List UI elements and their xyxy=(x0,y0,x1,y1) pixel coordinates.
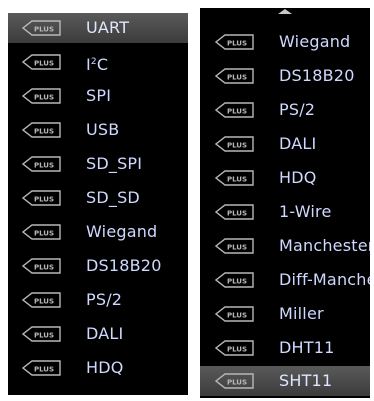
svg-text:PLUS: PLUS xyxy=(227,176,247,184)
menu-item-label: USB xyxy=(86,120,120,139)
menu-item-1-wire[interactable]: PLUS 1-Wire xyxy=(200,197,370,227)
plus-tag-icon: PLUS xyxy=(215,204,254,220)
svg-text:PLUS: PLUS xyxy=(227,379,247,387)
plus-tag-icon: PLUS xyxy=(22,224,61,240)
svg-text:PLUS: PLUS xyxy=(227,312,247,320)
menu-item-usb[interactable]: PLUS USB xyxy=(8,115,188,145)
plus-tag-icon: PLUS xyxy=(215,272,254,288)
menu-item-label: DS18B20 xyxy=(279,66,355,85)
menu-item-label: I2C xyxy=(86,55,109,74)
menu-item-dht11[interactable]: PLUS DHT11 xyxy=(200,333,370,363)
menu-item-i2c[interactable]: PLUS I2C xyxy=(8,47,188,77)
plus-tag-icon: PLUS xyxy=(215,340,254,356)
svg-text:PLUS: PLUS xyxy=(34,162,54,170)
menu-item-dali[interactable]: PLUS DALI xyxy=(200,129,370,159)
menu-item-label: SPI xyxy=(86,86,112,105)
plus-tag-icon: PLUS xyxy=(215,102,254,118)
menu-item-label: DS18B20 xyxy=(86,256,162,275)
svg-text:PLUS: PLUS xyxy=(34,60,54,68)
svg-text:PLUS: PLUS xyxy=(227,40,247,48)
menu-item-hdq[interactable]: PLUS HDQ xyxy=(8,353,188,383)
menu-item-label: Manchester xyxy=(279,236,370,255)
menu-item-label: SD_SD xyxy=(86,188,140,207)
menu-item-hdq[interactable]: PLUS HDQ xyxy=(200,163,370,193)
menu-item-wiegand[interactable]: PLUS Wiegand xyxy=(200,27,370,57)
plus-tag-icon: PLUS xyxy=(215,373,254,389)
svg-text:PLUS: PLUS xyxy=(227,108,247,116)
menu-item-label: PS/2 xyxy=(279,100,316,119)
svg-text:PLUS: PLUS xyxy=(34,298,54,306)
menu-item-ds18b20[interactable]: PLUS DS18B20 xyxy=(200,61,370,91)
menu-item-wiegand[interactable]: PLUS Wiegand xyxy=(8,217,188,247)
protocol-menus: PLUS UART PLUS I2C PLUS SPI PLUS USB PLU… xyxy=(0,0,374,401)
scroll-up-arrow-icon[interactable] xyxy=(278,9,292,14)
plus-tag-icon: PLUS xyxy=(22,190,61,206)
plus-tag-icon: PLUS xyxy=(215,238,254,254)
plus-tag-icon: PLUS xyxy=(22,156,61,172)
plus-tag-icon: PLUS xyxy=(22,360,61,376)
menu-item-label: SHT11 xyxy=(279,371,333,390)
plus-tag-icon: PLUS xyxy=(22,292,61,308)
menu-item-label: DALI xyxy=(279,134,317,153)
menu-item-miller[interactable]: PLUS Miller xyxy=(200,299,370,329)
menu-item-spi[interactable]: PLUS SPI xyxy=(8,81,188,111)
svg-text:PLUS: PLUS xyxy=(34,94,54,102)
menu-item-sht11[interactable]: PLUS SHT11 xyxy=(200,366,370,396)
plus-tag-icon: PLUS xyxy=(22,122,61,138)
menu-item-ps2[interactable]: PLUS PS/2 xyxy=(200,95,370,125)
menu-item-sd-spi[interactable]: PLUS SD_SPI xyxy=(8,149,188,179)
svg-text:PLUS: PLUS xyxy=(227,278,247,286)
svg-text:PLUS: PLUS xyxy=(34,264,54,272)
menu-item-label: PS/2 xyxy=(86,290,123,309)
menu-item-uart[interactable]: PLUS UART xyxy=(8,13,188,43)
plus-tag-icon: PLUS xyxy=(22,20,61,36)
menu-item-label: DALI xyxy=(86,324,124,343)
menu-item-label: SD_SPI xyxy=(86,154,143,173)
svg-text:PLUS: PLUS xyxy=(34,332,54,340)
protocol-list-right: PLUS Wiegand PLUS DS18B20 PLUS PS/2 PLUS… xyxy=(200,8,370,398)
menu-item-label: UART xyxy=(86,18,130,37)
svg-text:PLUS: PLUS xyxy=(34,366,54,374)
menu-item-label: Wiegand xyxy=(86,222,158,241)
plus-tag-icon: PLUS xyxy=(215,68,254,84)
plus-tag-icon: PLUS xyxy=(22,258,61,274)
menu-item-manchester[interactable]: PLUS Manchester xyxy=(200,231,370,261)
plus-tag-icon: PLUS xyxy=(215,34,254,50)
svg-text:PLUS: PLUS xyxy=(34,26,54,34)
svg-text:PLUS: PLUS xyxy=(227,142,247,150)
menu-item-label: HDQ xyxy=(86,358,124,377)
svg-text:PLUS: PLUS xyxy=(34,230,54,238)
svg-text:PLUS: PLUS xyxy=(227,244,247,252)
menu-item-label: DHT11 xyxy=(279,338,335,357)
menu-item-label: 1-Wire xyxy=(279,202,332,221)
plus-tag-icon: PLUS xyxy=(215,136,254,152)
plus-tag-icon: PLUS xyxy=(215,170,254,186)
menu-item-ds18b20[interactable]: PLUS DS18B20 xyxy=(8,251,188,281)
menu-item-dali[interactable]: PLUS DALI xyxy=(8,319,188,349)
plus-tag-icon: PLUS xyxy=(22,88,61,104)
svg-text:PLUS: PLUS xyxy=(227,74,247,82)
plus-tag-icon: PLUS xyxy=(215,306,254,322)
menu-item-label: HDQ xyxy=(279,168,317,187)
menu-item-diff-manchester[interactable]: PLUS Diff-Manche xyxy=(200,265,370,295)
svg-text:PLUS: PLUS xyxy=(34,196,54,204)
protocol-list-left: PLUS UART PLUS I2C PLUS SPI PLUS USB PLU… xyxy=(8,13,188,395)
menu-item-ps2[interactable]: PLUS PS/2 xyxy=(8,285,188,315)
svg-text:PLUS: PLUS xyxy=(227,210,247,218)
menu-item-sd-sd[interactable]: PLUS SD_SD xyxy=(8,183,188,213)
svg-text:PLUS: PLUS xyxy=(227,346,247,354)
svg-text:PLUS: PLUS xyxy=(34,128,54,136)
menu-item-label: Wiegand xyxy=(279,32,351,51)
menu-item-label: Miller xyxy=(279,304,324,323)
menu-item-label: Diff-Manche xyxy=(279,270,370,289)
plus-tag-icon: PLUS xyxy=(22,326,61,342)
plus-tag-icon: PLUS xyxy=(22,54,61,70)
